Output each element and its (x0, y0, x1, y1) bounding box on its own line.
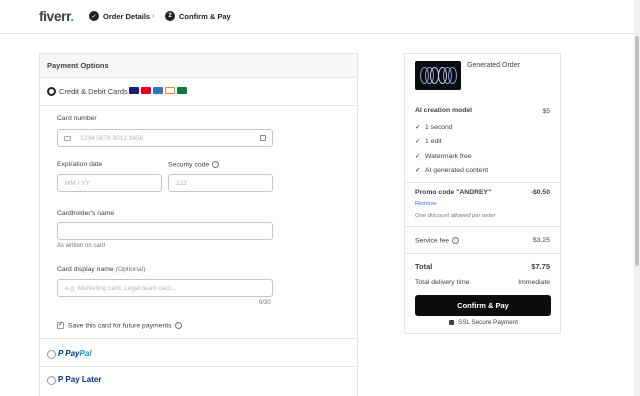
service-fee-value: $3.25 (532, 237, 550, 244)
card-number-label: Card number (57, 115, 97, 122)
cardholder-name-input[interactable] (57, 222, 273, 240)
save-card-text: Save this card for future payments (68, 322, 172, 330)
card-number-placeholder: 1234 5678 9012 3456 (80, 135, 144, 142)
delivery-label: Total delivery time (415, 279, 470, 286)
divider (40, 338, 357, 339)
check-icon: ✓ (415, 124, 421, 131)
step2-number: 2 (165, 11, 175, 21)
scrollbar-thumb[interactable] (635, 36, 639, 266)
card-number-input[interactable]: 1234 5678 9012 3456 (57, 129, 273, 147)
top-header: fiverr. ✓ Order Details › 2 Confirm & Pa… (0, 0, 640, 34)
feature-item: ✓ 1 second (415, 123, 453, 131)
feature-item: ✓ Watermark free (415, 152, 472, 160)
total-label: Total (415, 262, 433, 271)
remove-promo-link[interactable]: Remove (415, 201, 437, 207)
service-fee-text: Service fee (415, 237, 450, 245)
service-fee-label: Service fee? (415, 237, 460, 245)
display-label-text: Card display name (57, 266, 114, 273)
expiration-label: Expiration date (57, 161, 103, 168)
mastercard-icon (141, 87, 151, 94)
feature-text: 1 second (425, 124, 453, 131)
cards-radio[interactable] (47, 87, 56, 96)
delivery-value: Immediate (518, 279, 550, 286)
payment-options-panel: Payment Options Credit & Debit Cards Car… (39, 53, 358, 396)
divider (405, 226, 560, 227)
lock-icon (449, 319, 454, 325)
security-code-input[interactable]: 123 (168, 174, 273, 192)
cards-method-label: Credit & Debit Cards (59, 87, 128, 96)
feature-item: ✓ 1 edit (415, 137, 442, 145)
feature-text: Watermark free (425, 153, 472, 160)
cardholder-name-label: Cardholder's name (57, 210, 115, 217)
display-placeholder: e.g. Marketing card, Legal team card... (65, 285, 177, 292)
order-summary: Generated Order AI creation model $5 ✓ 1 … (404, 53, 561, 334)
visa-icon (129, 87, 139, 94)
feature-text: AI generated content (425, 167, 489, 174)
help-icon[interactable]: ? (452, 237, 460, 244)
thumb-shape (448, 67, 457, 84)
pay-later-option[interactable]: P Pay Later (58, 375, 101, 384)
help-icon[interactable]: ? (212, 161, 220, 168)
divider (405, 182, 560, 183)
paypal-logo[interactable]: P PayPal (58, 349, 92, 358)
check-icon: ✓ (415, 167, 421, 174)
step-order-details[interactable]: ✓ Order Details (89, 11, 150, 21)
fiverr-logo[interactable]: fiverr. (39, 8, 74, 24)
card-display-name-label: Card display name (Optional) (57, 266, 145, 273)
save-card-checkbox[interactable]: ✓ (57, 322, 64, 329)
discover-icon (165, 87, 175, 94)
ssl-secure-label: SSL Secure Payment (449, 319, 518, 326)
promo-label: Promo code "ANDREY" (415, 189, 492, 196)
optional-tag: (Optional) (115, 266, 146, 273)
total-value: $7.75 (531, 262, 550, 271)
logo-text: fiverr (39, 8, 71, 24)
promo-value: -$0.50 (530, 189, 550, 196)
check-icon: ✓ (89, 11, 99, 21)
card-brand-icons (129, 87, 187, 94)
step1-label: Order Details (103, 11, 151, 21)
paypal-text-a: Pay (65, 349, 80, 358)
divider (40, 366, 357, 367)
char-counter: 0/30 (259, 300, 271, 306)
paypal-text-b: Pal (79, 349, 92, 358)
help-icon[interactable]: ? (174, 322, 182, 329)
cardholder-hint: As written on card (57, 243, 106, 249)
chevron-right-icon: › (152, 11, 155, 20)
card-icon (64, 136, 71, 141)
method-credit-debit[interactable]: Credit & Debit Cards (40, 78, 357, 106)
check-icon: ✓ (415, 138, 421, 145)
ssl-text: SSL Secure Payment (458, 319, 518, 326)
promo-note: One discount allowed per order (415, 213, 496, 219)
paypal-radio[interactable] (47, 350, 56, 359)
card-display-name-input[interactable]: e.g. Marketing card, Legal team card... (57, 279, 273, 297)
order-title: Generated Order (467, 62, 520, 69)
confirm-pay-button[interactable]: Confirm & Pay (415, 295, 551, 316)
feature-text: 1 edit (425, 138, 442, 145)
feature-item: ✓ AI generated content (415, 166, 488, 174)
save-card-label: Save this card for future payments? (68, 322, 182, 329)
logo-dot: . (70, 8, 74, 24)
model-label: AI creation model (415, 107, 473, 114)
step-confirm-pay: 2 Confirm & Pay (165, 11, 231, 21)
payment-options-title: Payment Options (40, 54, 357, 78)
lock-icon (260, 135, 266, 141)
amex-icon (153, 87, 163, 94)
expiration-placeholder: MM / YY (65, 180, 90, 187)
expiration-input[interactable]: MM / YY (57, 174, 162, 192)
security-placeholder: 123 (176, 180, 187, 187)
step2-label: Confirm & Pay (179, 11, 231, 21)
pay-later-label: Pay Later (65, 375, 102, 384)
order-thumbnail (415, 61, 461, 90)
security-label-text: Security code (168, 161, 210, 169)
divider (405, 253, 560, 254)
security-code-label: Security code? (168, 161, 220, 169)
pay-later-radio[interactable] (47, 376, 56, 385)
jcb-icon (177, 87, 187, 94)
model-price: $5 (542, 108, 550, 115)
check-icon: ✓ (415, 153, 421, 160)
